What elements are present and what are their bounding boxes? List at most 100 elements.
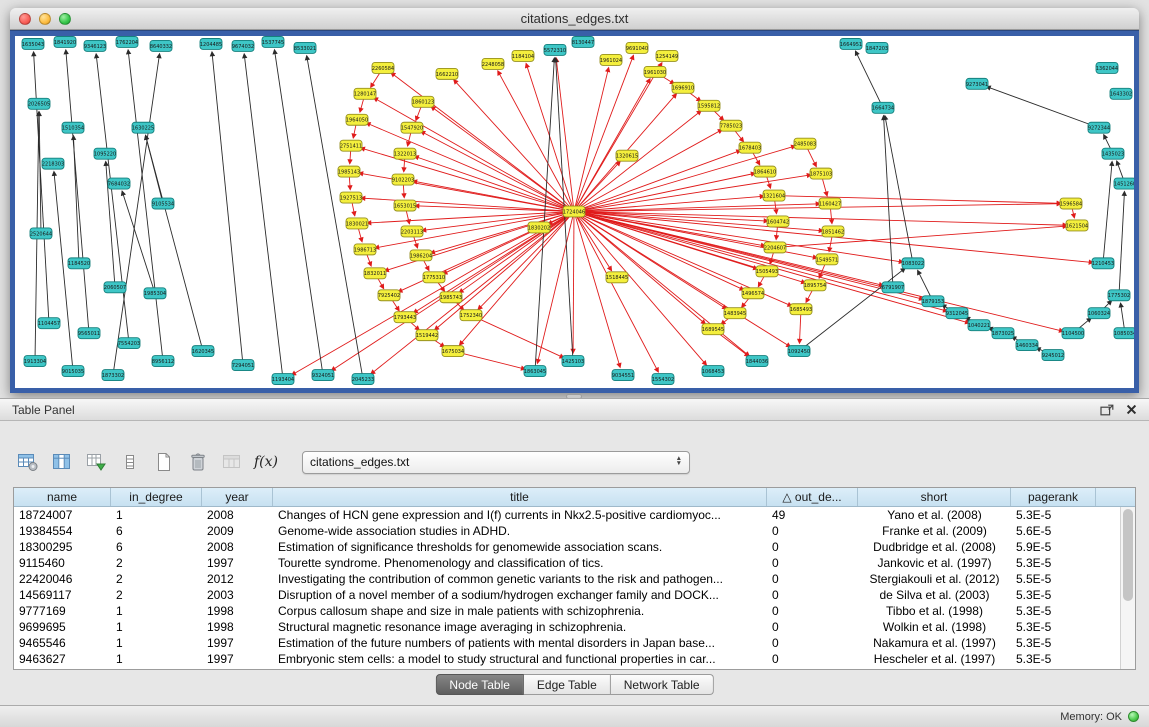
float-panel-icon[interactable] <box>1100 404 1114 416</box>
graph-node[interactable]: 2203113 <box>401 226 423 237</box>
graph-node[interactable]: 1085034 <box>1114 328 1134 339</box>
graph-node[interactable]: 1204485 <box>200 38 222 49</box>
graph-node[interactable]: 8130447 <box>572 36 594 47</box>
graph-node[interactable]: 6791907 <box>882 282 904 293</box>
graph-node[interactable]: 1832011 <box>364 268 386 279</box>
memory-ok-indicator[interactable] <box>1128 711 1139 722</box>
graph-edge[interactable] <box>212 52 243 365</box>
graph-node[interactable]: 9245012 <box>1042 350 1064 361</box>
graph-edge[interactable] <box>146 135 163 203</box>
graph-edge[interactable] <box>435 212 574 331</box>
graph-node[interactable]: 1092450 <box>788 346 810 357</box>
graph-node[interactable]: 1210453 <box>1092 258 1114 269</box>
graph-node[interactable]: 1662210 <box>436 68 458 79</box>
graph-edge[interactable] <box>574 204 1061 212</box>
column-header-year[interactable]: year <box>202 488 273 506</box>
graph-node[interactable]: 9273041 <box>966 78 988 89</box>
graph-node[interactable]: 1775310 <box>423 272 445 283</box>
delete-column-button[interactable] <box>186 450 210 474</box>
graph-node[interactable]: 1068453 <box>702 366 724 377</box>
table-row[interactable]: 1872400712008Changes of HCN gene express… <box>14 507 1135 523</box>
graph-node[interactable]: 5572310 <box>544 44 566 55</box>
graph-edge[interactable] <box>775 226 1067 247</box>
graph-edge[interactable] <box>431 212 574 254</box>
graph-edge[interactable] <box>574 130 722 212</box>
graph-node[interactable]: 1510354 <box>62 122 84 133</box>
graph-node[interactable]: 2485083 <box>794 138 816 149</box>
graph-node[interactable]: 7785023 <box>720 120 742 131</box>
graph-node[interactable]: 1762204 <box>116 36 138 47</box>
graph-node[interactable]: 1844036 <box>746 356 768 367</box>
graph-edge[interactable] <box>574 150 741 211</box>
graph-node[interactable]: 1664951 <box>840 38 862 49</box>
table-row[interactable]: 969969511998Structural magnetic resonanc… <box>14 619 1135 635</box>
graph-node[interactable]: 1554302 <box>652 374 674 385</box>
graph-node[interactable]: 9015035 <box>62 366 84 377</box>
scrollbar-thumb[interactable] <box>1123 509 1133 601</box>
graph-edge[interactable] <box>113 54 160 375</box>
table-row[interactable]: 1456911722003Disruption of a novel membe… <box>14 587 1135 603</box>
graph-edge[interactable] <box>573 212 574 354</box>
column-header-pagerank[interactable]: pagerank <box>1011 488 1096 506</box>
graph-node[interactable]: 1040221 <box>968 320 990 331</box>
table-row[interactable]: 911546021997Tourette syndrome. Phenomeno… <box>14 555 1135 571</box>
graph-edge[interactable] <box>574 212 620 368</box>
graph-node[interactable]: 2045233 <box>352 374 374 385</box>
graph-node[interactable]: 7925402 <box>378 290 400 301</box>
graph-node[interactable]: 1596584 <box>1060 198 1082 209</box>
table-source-dropdown[interactable]: citations_edges.txt ▲▼ <box>302 451 690 474</box>
network-canvas[interactable]: 1635043184192093461231762204864033212044… <box>15 36 1134 388</box>
graph-node[interactable]: 1964050 <box>346 114 368 125</box>
column-header-title[interactable]: title <box>273 488 767 506</box>
graph-node[interactable]: 1830021 <box>346 218 368 229</box>
graph-node[interactable]: 1696910 <box>672 82 694 93</box>
graph-edge[interactable] <box>454 80 574 212</box>
graph-node[interactable]: 9346123 <box>84 40 106 51</box>
network-graph[interactable]: 1635043184192093461231762204864033212044… <box>15 36 1134 388</box>
graph-node[interactable]: 1519442 <box>416 330 438 341</box>
close-window-button[interactable] <box>19 13 31 25</box>
graph-node[interactable]: 8956112 <box>152 356 174 367</box>
graph-node[interactable]: 1060324 <box>1088 308 1110 319</box>
table-row[interactable]: 1830029562008Estimation of significance … <box>14 539 1135 555</box>
graph-node[interactable]: 9565011 <box>78 328 100 339</box>
graph-node[interactable]: 1425103 <box>562 356 584 367</box>
graph-node[interactable]: 1913304 <box>24 356 46 367</box>
graph-node[interactable]: 1775302 <box>1108 290 1130 301</box>
graph-edge[interactable] <box>366 123 574 212</box>
graph-edge[interactable] <box>574 212 658 372</box>
graph-node[interactable]: 1362044 <box>1096 62 1118 73</box>
graph-node[interactable]: 1724046 <box>563 206 585 217</box>
graph-node[interactable]: 9272344 <box>1088 122 1110 133</box>
column-header-out_de[interactable]: △ out_de... <box>767 488 858 506</box>
graph-node[interactable]: 1675034 <box>442 346 464 357</box>
graph-node[interactable]: 1685493 <box>790 304 812 315</box>
graph-node[interactable]: 1986713 <box>354 244 376 255</box>
graph-node[interactable]: 1320615 <box>616 150 638 161</box>
graph-node[interactable]: 1104457 <box>38 318 60 329</box>
graph-node[interactable]: 1184104 <box>512 50 534 61</box>
graph-node[interactable]: 1851462 <box>822 226 844 237</box>
table-mode-button[interactable] <box>16 450 40 474</box>
graph-node[interactable]: 1985143 <box>338 166 360 177</box>
graph-edge[interactable] <box>574 173 755 211</box>
graph-node[interactable]: 1604742 <box>767 216 789 227</box>
tab-node-table[interactable]: Node Table <box>435 674 524 695</box>
graph-edge[interactable] <box>1119 192 1124 296</box>
vertical-scrollbar[interactable] <box>1120 507 1135 669</box>
graph-node[interactable]: 2248058 <box>482 58 504 69</box>
network-window-titlebar[interactable]: citations_edges.txt <box>10 8 1139 30</box>
graph-node[interactable]: 1254149 <box>656 50 678 61</box>
table-row[interactable]: 2242004622012Investigating the contribut… <box>14 571 1135 587</box>
graph-node[interactable]: 1752340 <box>460 310 482 321</box>
graph-node[interactable]: 1961030 <box>644 66 666 77</box>
graph-node[interactable]: 1689545 <box>702 324 724 335</box>
graph-edge[interactable] <box>774 196 1061 204</box>
graph-node[interactable]: 1549571 <box>816 254 838 265</box>
graph-node[interactable]: 2204607 <box>764 242 786 253</box>
graph-node[interactable]: 1083022 <box>902 258 924 269</box>
new-column-button[interactable] <box>152 450 176 474</box>
graph-edge[interactable] <box>460 212 574 346</box>
graph-node[interactable]: 1193404 <box>272 374 294 385</box>
graph-edge[interactable] <box>574 68 609 212</box>
